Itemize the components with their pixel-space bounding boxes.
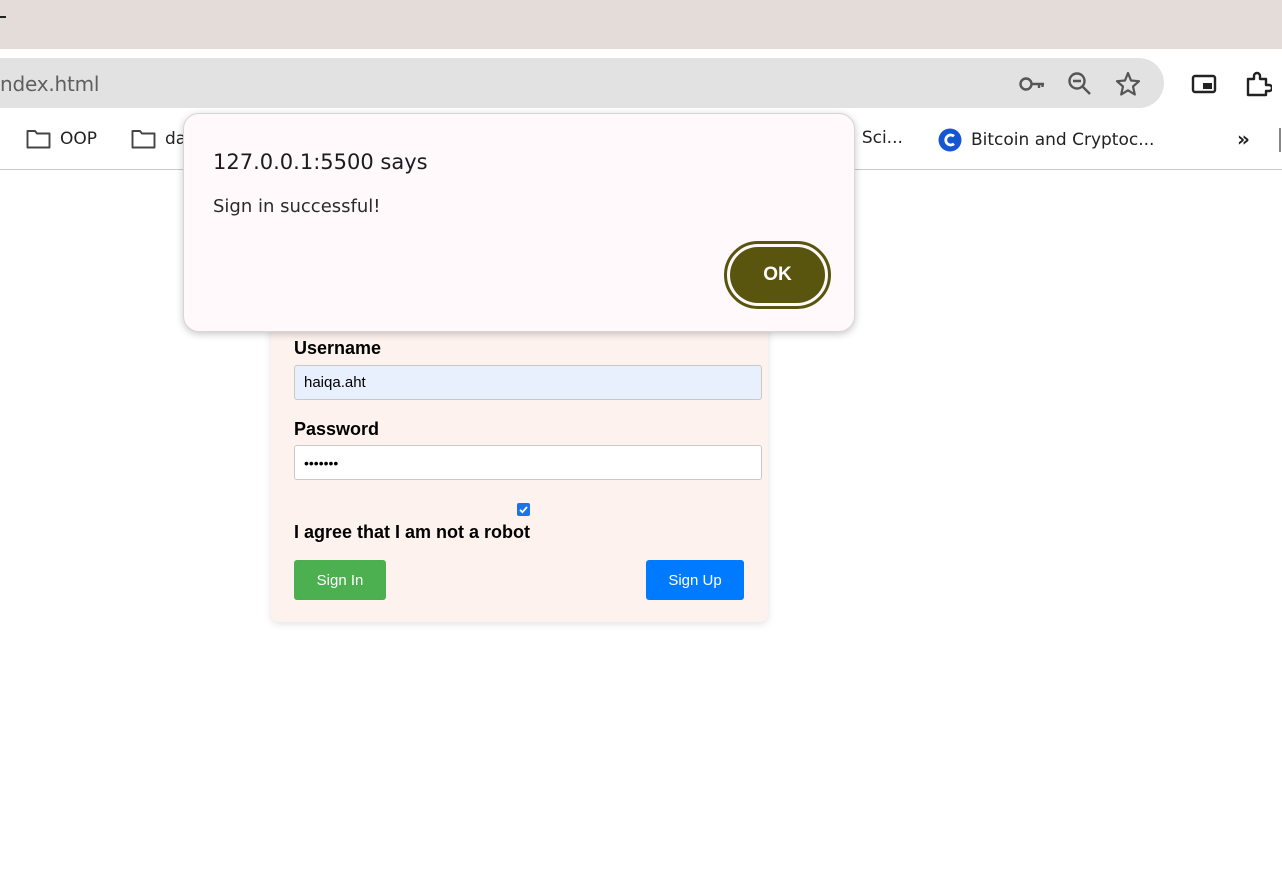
folder-icon	[131, 130, 156, 149]
address-bar-url[interactable]: ndex.html	[0, 72, 99, 96]
dialog-title: 127.0.0.1:5500 says	[213, 150, 428, 174]
sign-in-button[interactable]: Sign In	[294, 560, 386, 600]
zoom-icon[interactable]	[1066, 70, 1094, 98]
username-input[interactable]: haiqa.aht	[294, 365, 762, 400]
robot-label: I agree that I am not a robot	[294, 522, 531, 542]
bookmark-oop[interactable]: OOP	[26, 128, 97, 149]
address-bar[interactable]	[0, 58, 1164, 108]
tab-strip	[0, 0, 1282, 49]
bookmark-label: Bitcoin and Cryptoc...	[971, 130, 1155, 150]
dialog-message: Sign in successful!	[213, 196, 381, 217]
chevron-double-right-icon[interactable]: »	[1237, 127, 1250, 151]
ok-button[interactable]: OK	[730, 247, 825, 303]
picture-in-picture-icon[interactable]	[1190, 70, 1218, 98]
coin-logo-icon	[938, 128, 962, 152]
password-label: Password	[294, 419, 380, 439]
folder-icon	[26, 130, 51, 149]
username-label: Username	[294, 338, 382, 358]
sign-up-button[interactable]: Sign Up	[646, 560, 744, 600]
key-icon[interactable]	[1018, 70, 1046, 98]
bookmarks-divider	[1279, 128, 1281, 152]
checkmark-icon	[519, 506, 528, 514]
bookmark-label: OOP	[60, 128, 98, 149]
tab-edge	[0, 16, 6, 18]
star-icon[interactable]	[1114, 70, 1142, 98]
extensions-icon[interactable]	[1244, 70, 1272, 98]
bookmark-bitcoin[interactable]: Bitcoin and Cryptoc...	[938, 128, 1154, 152]
password-input[interactable]: •••••••	[294, 445, 762, 480]
robot-checkbox[interactable]	[517, 503, 530, 516]
bookmark-da[interactable]: da	[131, 128, 186, 149]
